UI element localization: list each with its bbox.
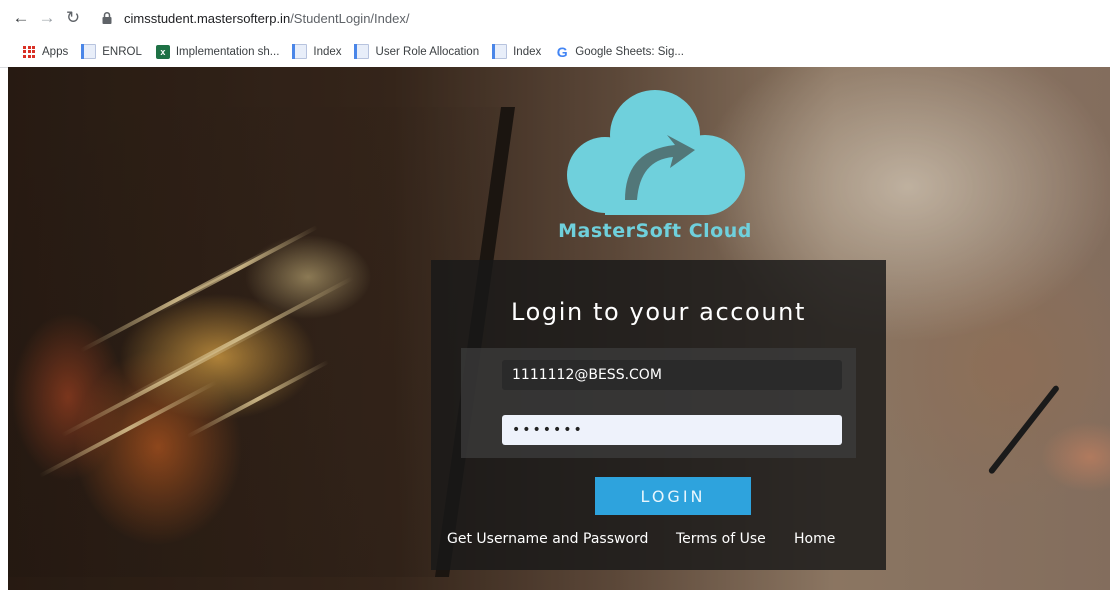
lock-icon	[102, 11, 112, 24]
login-panel: Login to your account LOGIN Get Username…	[431, 260, 886, 570]
login-button[interactable]: LOGIN	[595, 477, 751, 515]
google-icon: G	[556, 43, 568, 60]
brand-name: MasterSoft Cloud	[558, 220, 752, 242]
bookmark-label: Implementation sh...	[175, 45, 280, 58]
bookmark-user-role-allocation[interactable]: User Role Allocation	[354, 44, 480, 59]
bookmark-label: Google Sheets: Sig...	[575, 45, 684, 58]
bookmark-apps[interactable]: Apps	[22, 45, 68, 59]
login-title: Login to your account	[511, 298, 806, 326]
document-icon	[354, 44, 370, 59]
address-bar: ← → ↻ cimsstudent.mastersofterp.in/Stude…	[0, 0, 1110, 36]
bookmark-label: User Role Allocation	[375, 45, 480, 58]
excel-icon: x	[155, 44, 170, 59]
home-link[interactable]: Home	[794, 531, 835, 547]
bookmark-label: Index	[313, 45, 342, 58]
credentials-box	[461, 348, 856, 458]
hand-image	[1000, 397, 1110, 590]
url-host: cimsstudent.mastersofterp.in	[124, 10, 291, 26]
get-username-password-link[interactable]: Get Username and Password	[447, 531, 648, 547]
bookmark-enrol[interactable]: ENROL	[80, 44, 142, 59]
password-input[interactable]	[502, 415, 842, 445]
document-icon	[80, 44, 96, 59]
terms-of-use-link[interactable]: Terms of Use	[676, 531, 766, 547]
bookmark-google-sheets[interactable]: G Google Sheets: Sig...	[555, 43, 684, 60]
url-path: /StudentLogin/Index/	[290, 10, 410, 26]
bookmark-label: Index	[513, 45, 542, 58]
reload-icon[interactable]: ↻	[62, 7, 84, 29]
apps-grid-icon	[22, 45, 36, 59]
url-field[interactable]: cimsstudent.mastersofterp.in/StudentLogi…	[100, 11, 409, 26]
bookmarks-bar: Apps ENROL x Implementation sh... Index …	[0, 36, 1110, 68]
username-input[interactable]	[502, 360, 842, 390]
forward-arrow-icon[interactable]: →	[36, 7, 58, 29]
bookmark-index-1[interactable]: Index	[291, 44, 342, 59]
bookmark-index-2[interactable]: Index	[491, 44, 542, 59]
bookmark-label: ENROL	[102, 45, 142, 58]
bookmark-implementation[interactable]: x Implementation sh...	[155, 44, 280, 59]
bookmark-label: Apps	[42, 45, 69, 58]
document-icon	[291, 44, 307, 59]
back-arrow-icon[interactable]: ←	[10, 7, 32, 29]
document-icon	[491, 44, 507, 59]
